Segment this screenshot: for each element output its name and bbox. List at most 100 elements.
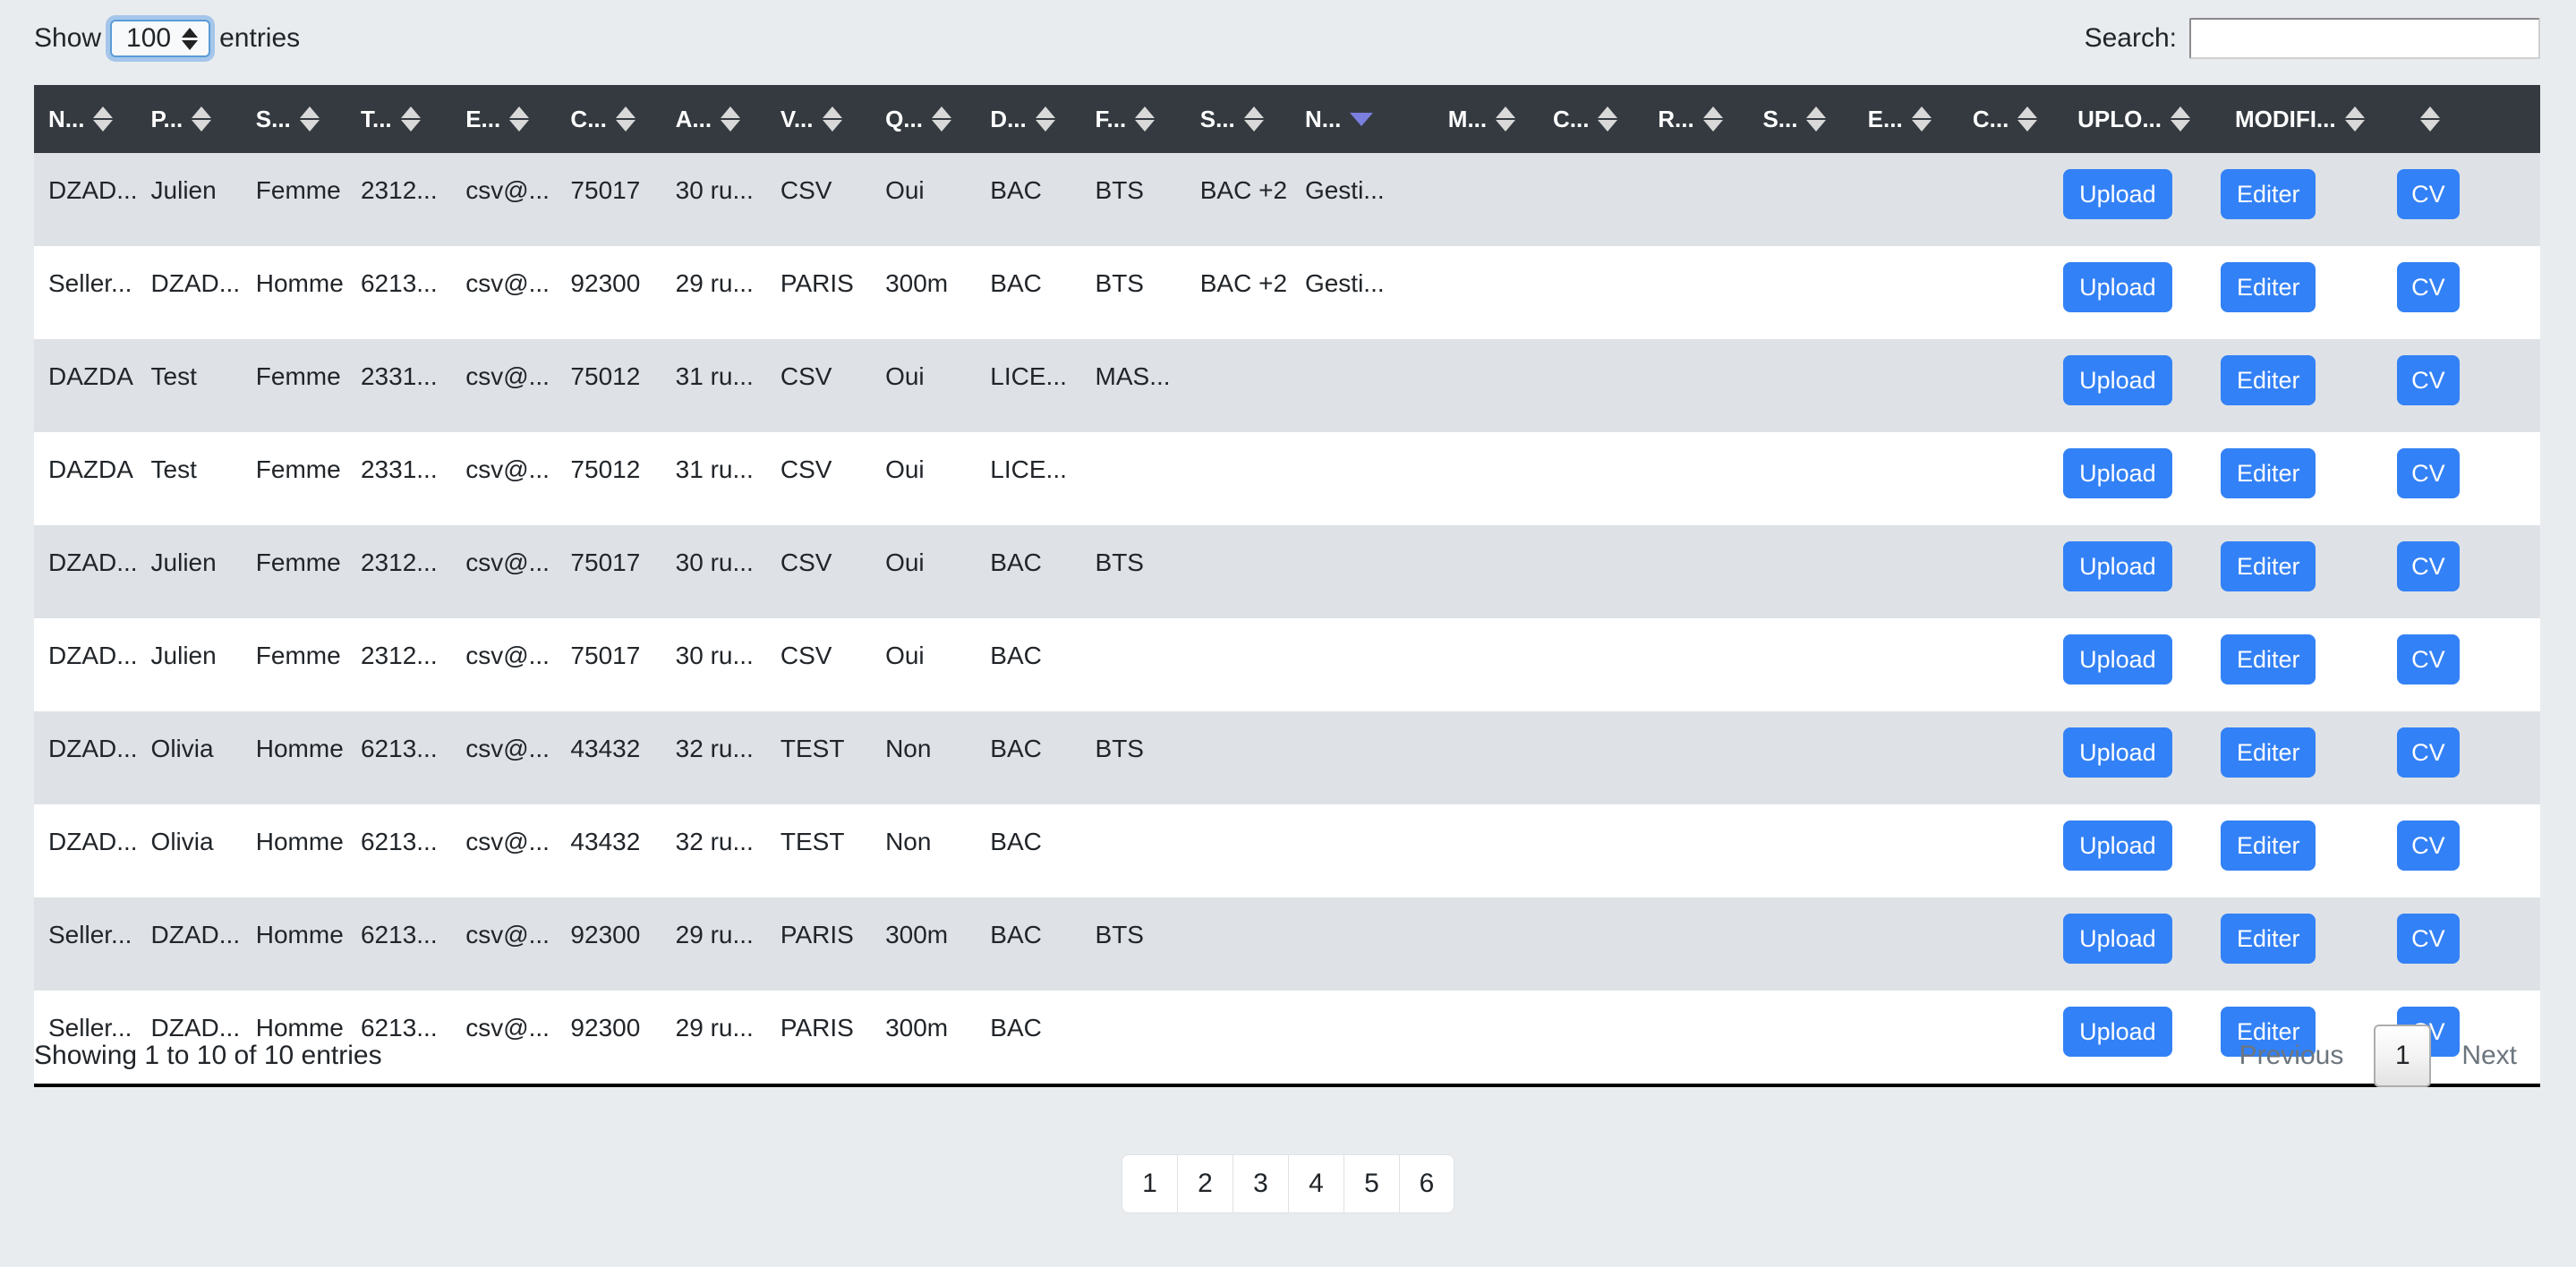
edit-button[interactable]: Editer [2220, 355, 2316, 405]
upload-button[interactable]: Upload [2063, 169, 2172, 219]
column-header-9[interactable]: D... [976, 85, 1081, 153]
cv-button[interactable]: CV [2397, 262, 2460, 312]
sort-both-icon[interactable] [400, 106, 421, 132]
upload-button[interactable]: Upload [2063, 262, 2172, 312]
table-cell: 29 ru... [661, 246, 766, 339]
sort-both-icon[interactable] [1496, 106, 1516, 132]
sort-both-icon[interactable] [2420, 106, 2441, 132]
sort-both-icon[interactable] [1243, 106, 1264, 132]
page-length-select[interactable]: 100 [110, 20, 211, 57]
sort-both-icon[interactable] [615, 106, 635, 132]
sort-both-icon[interactable] [299, 106, 320, 132]
cv-button[interactable]: CV [2397, 727, 2460, 778]
table-cell [1748, 432, 1854, 525]
cv-button[interactable]: CV [2397, 821, 2460, 871]
column-header-5[interactable]: C... [556, 85, 661, 153]
upload-button[interactable]: Upload [2063, 821, 2172, 871]
sort-both-icon[interactable] [931, 106, 951, 132]
column-header-21[interactable] [2397, 85, 2540, 153]
edit-button[interactable]: Editer [2220, 727, 2316, 778]
custom-page-2-button[interactable]: 2 [1177, 1154, 1233, 1213]
table-cell [1433, 246, 1540, 339]
upload-button[interactable]: Upload [2063, 634, 2172, 685]
column-header-label: P... [150, 105, 183, 132]
sort-both-icon[interactable] [509, 106, 530, 132]
table-cell [1958, 711, 2064, 804]
table-cell: 43432 [556, 711, 661, 804]
cv-button[interactable]: CV [2397, 914, 2460, 964]
column-header-0[interactable]: N... [34, 85, 137, 153]
column-header-18[interactable]: C... [1958, 85, 2064, 153]
previous-page-button[interactable]: Previous [2216, 1041, 2367, 1071]
column-header-17[interactable]: E... [1853, 85, 1958, 153]
sort-both-icon[interactable] [93, 106, 114, 132]
column-header-3[interactable]: T... [345, 85, 452, 153]
column-header-8[interactable]: Q... [871, 85, 977, 153]
sort-both-icon[interactable] [1135, 106, 1156, 132]
edit-button[interactable]: Editer [2220, 914, 2316, 964]
sort-both-icon[interactable] [192, 106, 212, 132]
table-cell: BTS [1080, 246, 1186, 339]
sort-both-icon[interactable] [721, 106, 741, 132]
cv-cell: CV [2397, 432, 2540, 525]
upload-button[interactable]: Upload [2063, 727, 2172, 778]
column-header-11[interactable]: S... [1185, 85, 1291, 153]
cv-button[interactable]: CV [2397, 169, 2460, 219]
column-header-6[interactable]: A... [661, 85, 766, 153]
custom-page-5-button[interactable]: 5 [1343, 1154, 1399, 1213]
column-header-16[interactable]: S... [1748, 85, 1854, 153]
column-header-10[interactable]: F... [1080, 85, 1186, 153]
page-number-1-button[interactable]: 1 [2374, 1025, 2432, 1087]
column-header-12[interactable]: N... [1290, 85, 1434, 153]
column-header-19[interactable]: UPLO... [2063, 85, 2221, 153]
column-header-label: MODIFI... [2234, 105, 2336, 132]
upload-button[interactable]: Upload [2063, 541, 2172, 591]
cv-button[interactable]: CV [2397, 541, 2460, 591]
sort-both-icon[interactable] [1806, 106, 1827, 132]
edit-button[interactable]: Editer [2220, 821, 2316, 871]
sort-both-icon[interactable] [1598, 106, 1618, 132]
sort-both-icon[interactable] [2017, 106, 2038, 132]
sort-both-icon[interactable] [2344, 106, 2365, 132]
next-page-button[interactable]: Next [2438, 1041, 2540, 1071]
upload-button[interactable]: Upload [2063, 914, 2172, 964]
custom-page-1-button[interactable]: 1 [1122, 1154, 1177, 1213]
column-header-13[interactable]: M... [1433, 85, 1540, 153]
sort-both-icon[interactable] [1035, 106, 1055, 132]
sort-descending-icon[interactable] [1350, 112, 1374, 126]
cv-button[interactable]: CV [2397, 355, 2460, 405]
column-header-14[interactable]: C... [1539, 85, 1644, 153]
custom-page-6-button[interactable]: 6 [1399, 1154, 1454, 1213]
cv-button[interactable]: CV [2397, 634, 2460, 685]
cv-button[interactable]: CV [2397, 448, 2460, 498]
sort-both-icon[interactable] [2171, 106, 2191, 132]
column-header-15[interactable]: R... [1643, 85, 1749, 153]
search-input[interactable] [2189, 18, 2540, 59]
edit-button[interactable]: Editer [2220, 448, 2316, 498]
column-header-4[interactable]: E... [451, 85, 557, 153]
table-cell: DAZDA [34, 339, 137, 432]
sort-both-icon[interactable] [1911, 106, 1932, 132]
upload-cell: Upload [2063, 432, 2221, 525]
edit-button[interactable]: Editer [2220, 169, 2316, 219]
column-header-20[interactable]: MODIFI... [2220, 85, 2398, 153]
column-header-label: Q... [885, 105, 923, 132]
column-header-2[interactable]: S... [241, 85, 346, 153]
column-header-1[interactable]: P... [136, 85, 242, 153]
column-header-7[interactable]: V... [765, 85, 872, 153]
table-cell: 75017 [556, 618, 661, 711]
upload-button[interactable]: Upload [2063, 355, 2172, 405]
table-cell: BAC +2 [1185, 246, 1291, 339]
upload-cell: Upload [2063, 153, 2221, 246]
custom-page-3-button[interactable]: 3 [1233, 1154, 1288, 1213]
edit-button[interactable]: Editer [2220, 262, 2316, 312]
upload-button[interactable]: Upload [2063, 448, 2172, 498]
sort-both-icon[interactable] [1702, 106, 1723, 132]
sort-both-icon[interactable] [822, 106, 842, 132]
table-cell: 30 ru... [661, 618, 766, 711]
table-cell [1853, 804, 1958, 897]
edit-button[interactable]: Editer [2220, 634, 2316, 685]
edit-button[interactable]: Editer [2220, 541, 2316, 591]
custom-page-4-button[interactable]: 4 [1288, 1154, 1343, 1213]
table-cell: PARIS [765, 246, 872, 339]
